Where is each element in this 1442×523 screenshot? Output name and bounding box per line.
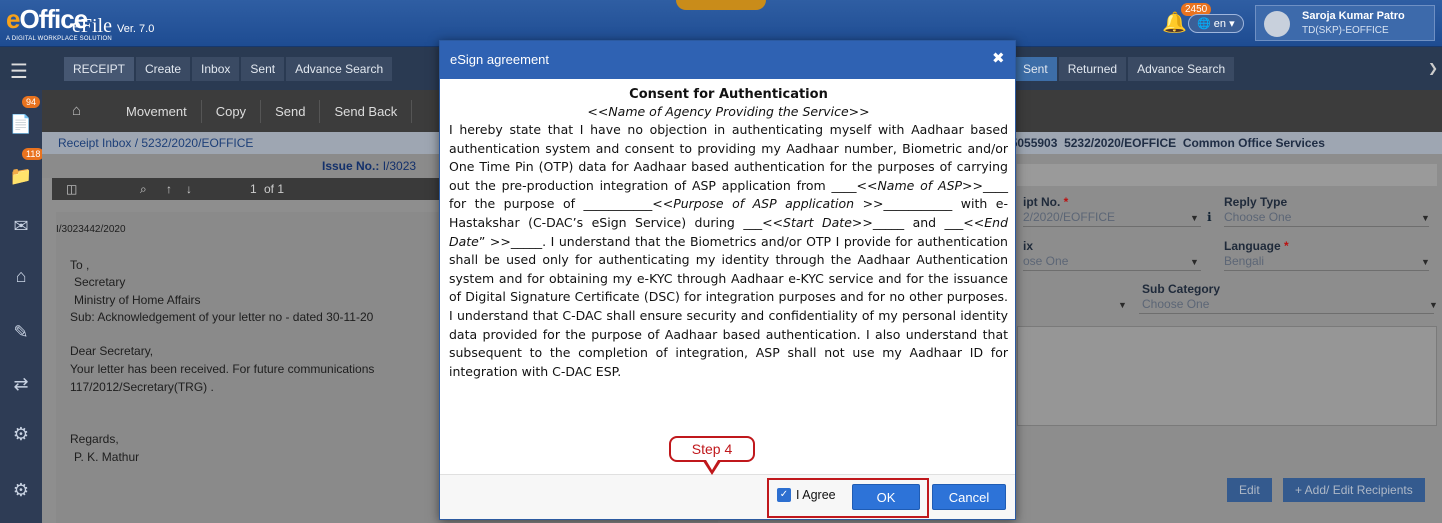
language-select[interactable]: Bengali bbox=[1224, 254, 1264, 268]
prefix-select[interactable]: ose One bbox=[1023, 254, 1068, 268]
nav-tab-file-advance-search[interactable]: Advance Search bbox=[1128, 57, 1235, 81]
chevron-right-icon[interactable]: ❯ bbox=[1428, 61, 1438, 75]
user-profile[interactable]: Saroja Kumar Patro TD(SKP)-EOFFICE bbox=[1255, 5, 1435, 41]
receipt-no-label: ipt No. * bbox=[1023, 195, 1069, 209]
movement-icon[interactable]: ⇄ bbox=[9, 374, 33, 398]
dsc-icon[interactable]: ⚙ bbox=[9, 424, 33, 448]
document-ref: I/3023442/2020 bbox=[56, 224, 126, 235]
divider bbox=[1224, 270, 1429, 271]
document-ministry: Ministry of Home Affairs bbox=[74, 293, 201, 307]
caret-down-icon[interactable]: ▼ bbox=[1190, 213, 1199, 223]
sub-category-label: Sub Category bbox=[1142, 282, 1221, 296]
settings-icon[interactable]: ⚙ bbox=[9, 480, 33, 504]
sub-category-select[interactable]: Choose One bbox=[1142, 297, 1209, 311]
cancel-button[interactable]: Cancel bbox=[932, 484, 1006, 510]
arrow-down-icon[interactable]: ↓ bbox=[186, 182, 192, 196]
receipt-icon[interactable]: 📄 bbox=[9, 114, 33, 138]
divider bbox=[1023, 270, 1201, 271]
user-name: Saroja Kumar Patro bbox=[1302, 10, 1405, 22]
app-logo[interactable]: eOffice A DIGITAL WORKPLACE SOLUTION eFi… bbox=[6, 4, 154, 42]
caret-down-icon[interactable]: ▼ bbox=[1429, 300, 1438, 310]
copy-button[interactable]: Copy bbox=[202, 100, 262, 123]
nav-tab-returned[interactable]: Returned bbox=[1058, 57, 1127, 81]
nav-tab-sent[interactable]: Sent bbox=[241, 57, 285, 81]
info-icon[interactable]: ℹ bbox=[1207, 210, 1212, 224]
modal-header: eSign agreement ✖ bbox=[440, 41, 1015, 79]
receipt-count-badge: 94 bbox=[22, 96, 41, 108]
left-rail: 📄 94 📁 118 ✉ ⌂ ✎ ⇄ ⚙ ⚙ bbox=[0, 90, 45, 523]
modal-title: eSign agreement bbox=[450, 52, 550, 67]
caret-down-icon[interactable]: ▼ bbox=[1421, 257, 1430, 267]
document-subject: Sub: Acknowledgement of your letter no -… bbox=[70, 310, 374, 324]
consent-subtitle: <<Name of Agency Providing the Service>> bbox=[587, 104, 870, 119]
avatar bbox=[1264, 11, 1290, 37]
document-body-line-2: 117/2012/Secretary(TRG) . bbox=[70, 380, 214, 394]
consent-title: Consent for Authentication bbox=[629, 87, 828, 102]
page-number-input[interactable]: 1 bbox=[250, 182, 257, 196]
callout-tail-inner bbox=[706, 460, 718, 470]
document-closing: Regards, bbox=[70, 432, 119, 446]
modal-body: Consent for Authentication <<Name of Age… bbox=[449, 87, 1008, 381]
file-count-badge: 118 bbox=[22, 148, 45, 160]
page-count: of 1 bbox=[264, 182, 285, 196]
nav-tab-receipt[interactable]: RECEIPT bbox=[64, 57, 135, 81]
arrow-up-icon[interactable]: ↑ bbox=[166, 182, 172, 196]
document-body-line-1: Your letter has been received. For futur… bbox=[70, 362, 375, 376]
nav-tab-inbox[interactable]: Inbox bbox=[192, 57, 240, 81]
home-icon[interactable]: ⌂ bbox=[72, 102, 81, 119]
edit-button[interactable]: Edit bbox=[1227, 478, 1272, 502]
step-callout: Step 4 bbox=[669, 436, 755, 462]
nav-tabs-right: Sent Returned Advance Search bbox=[1014, 57, 1236, 81]
movement-button[interactable]: Movement bbox=[112, 100, 202, 123]
issue-number: Issue No.: I/3023 bbox=[322, 159, 417, 173]
language-selector[interactable]: 🌐 en ▾ bbox=[1188, 14, 1244, 33]
user-role: TD(SKP)-EOFFICE bbox=[1302, 25, 1389, 36]
breadcrumb[interactable]: Receipt Inbox / 5232/2020/EOFFICE bbox=[58, 136, 253, 150]
form-top-bar bbox=[1017, 164, 1437, 186]
nav-tab-file-sent[interactable]: Sent bbox=[1014, 57, 1057, 81]
file-icon[interactable]: 📁 bbox=[9, 166, 33, 190]
agree-checkbox[interactable]: ✓ bbox=[777, 488, 791, 502]
remarks-textarea[interactable] bbox=[1017, 326, 1437, 426]
nav-tabs-left: RECEIPT Create Inbox Sent Advance Search bbox=[64, 57, 394, 81]
nav-tab-advance-search[interactable]: Advance Search bbox=[286, 57, 393, 81]
header-handle[interactable] bbox=[676, 0, 766, 10]
receipt-form-panel: ipt No. * 2/2020/EOFFICE ▼ ℹ Reply Type … bbox=[997, 154, 1442, 523]
add-edit-recipients-button[interactable]: + Add/ Edit Recipients bbox=[1283, 478, 1425, 502]
divider bbox=[1224, 226, 1429, 227]
menu-icon[interactable]: ☰ bbox=[10, 59, 28, 84]
modal-footer: ✓ I Agree OK Cancel bbox=[440, 474, 1015, 519]
agree-label: I Agree bbox=[796, 488, 836, 502]
ok-button[interactable]: OK bbox=[852, 484, 920, 510]
nav-tab-create[interactable]: Create bbox=[136, 57, 191, 81]
reply-type-select[interactable]: Choose One bbox=[1224, 210, 1291, 224]
document-signatory: P. K. Mathur bbox=[74, 450, 140, 464]
caret-down-icon[interactable]: ▼ bbox=[1190, 257, 1199, 267]
search-icon[interactable]: ⌕ bbox=[140, 182, 147, 197]
dashboard-icon[interactable]: ⌂ bbox=[9, 266, 33, 290]
reply-type-label: Reply Type bbox=[1224, 195, 1288, 209]
document-to: To , bbox=[70, 258, 90, 272]
receipt-info: E 5055903 5232/2020/EOFFICE Common Offic… bbox=[996, 136, 1325, 150]
notings-icon[interactable]: ✎ bbox=[9, 322, 33, 346]
document-addressee: Secretary bbox=[74, 275, 126, 289]
language-label: Language * bbox=[1224, 239, 1289, 253]
sidebar-toggle-icon[interactable]: ◫ bbox=[66, 182, 77, 196]
send-back-button[interactable]: Send Back bbox=[320, 100, 413, 123]
document-salutation: Dear Secretary, bbox=[70, 344, 154, 358]
app-name: eFile Ver. 7.0 bbox=[72, 15, 155, 37]
consent-text: I hereby state that I have no objection … bbox=[449, 122, 1008, 379]
receipt-no-field[interactable]: 2/2020/EOFFICE bbox=[1023, 210, 1115, 224]
divider bbox=[1139, 313, 1434, 314]
dak-mail-icon[interactable]: ✉ bbox=[9, 216, 33, 240]
close-icon[interactable]: ✖ bbox=[992, 49, 1005, 67]
send-button[interactable]: Send bbox=[261, 100, 321, 123]
caret-down-icon[interactable]: ▼ bbox=[1118, 300, 1127, 310]
caret-down-icon[interactable]: ▼ bbox=[1421, 213, 1430, 223]
divider bbox=[1023, 226, 1201, 227]
prefix-label: ix bbox=[1023, 239, 1034, 253]
